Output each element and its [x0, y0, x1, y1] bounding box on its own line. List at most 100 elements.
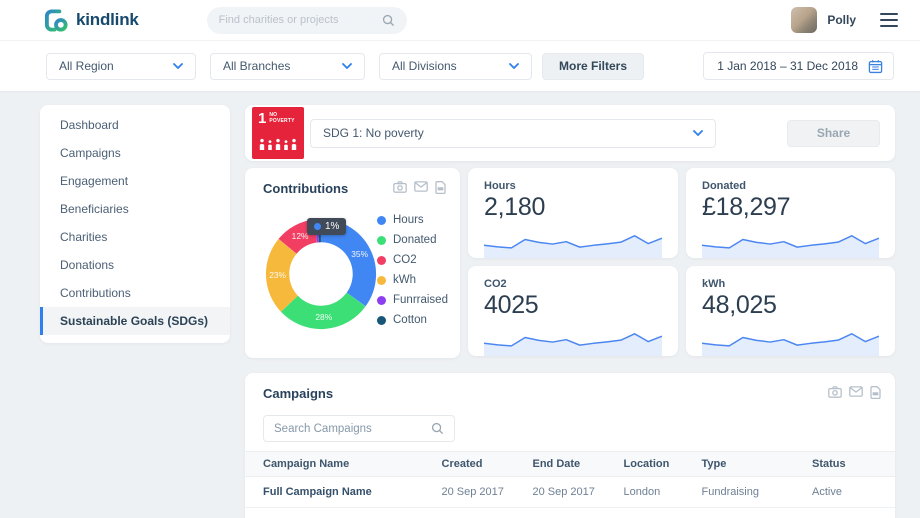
- table-row[interactable]: Full Campaign Name 20 Sep 2017 20 Sep 20…: [245, 477, 895, 508]
- legend-dot: [377, 216, 386, 225]
- main-panel: 1 NO POVERTY SDG 1: No pov: [245, 105, 895, 518]
- sidebar-item-contributions[interactable]: Contributions: [40, 279, 230, 307]
- stat-label: CO2: [484, 278, 662, 290]
- contributions-card: Contributions: [245, 168, 460, 358]
- mail-icon[interactable]: [849, 386, 863, 399]
- global-search: [207, 7, 407, 34]
- stat-value: 4025: [484, 291, 662, 320]
- legend-item-cotton: Cotton: [377, 314, 448, 326]
- calendar-icon: [868, 59, 883, 74]
- divisions-select[interactable]: All Divisions: [379, 53, 532, 80]
- cell-created: 21 Sep 2017: [434, 508, 525, 518]
- campaigns-card: Campaigns: [245, 373, 895, 518]
- sdg-1-badge: 1 NO POVERTY: [252, 107, 304, 159]
- export-file-icon[interactable]: [870, 386, 881, 399]
- legend-label: Cotton: [393, 314, 427, 326]
- stat-label: Donated: [702, 180, 879, 192]
- sdg-badge-title: NO POVERTY: [269, 112, 295, 124]
- date-range-value: 1 Jan 2018 – 31 Dec 2018: [717, 59, 858, 73]
- more-filters-button[interactable]: More Filters: [542, 53, 644, 80]
- column-header-location[interactable]: Location: [616, 452, 694, 477]
- sidebar-item-dashboard[interactable]: Dashboard: [40, 111, 230, 139]
- legend-item-kwh: kWh: [377, 274, 448, 286]
- kindlink-logo-icon: [44, 8, 69, 33]
- legend-item-funrraised: Funrraised: [377, 294, 448, 306]
- sidebar-item-beneficiaries[interactable]: Beneficiaries: [40, 195, 230, 223]
- filter-bar: All Region All Branches All Divisions Mo…: [0, 41, 920, 91]
- tooltip-dot: [314, 223, 321, 230]
- campaigns-title: Campaigns: [263, 386, 333, 401]
- mail-icon[interactable]: [414, 181, 428, 194]
- cell-created: 20 Sep 2017: [434, 477, 525, 508]
- column-header-status[interactable]: Status: [804, 452, 895, 477]
- legend-item-donated: Donated: [377, 234, 448, 246]
- divisions-select-value: All Divisions: [392, 59, 457, 73]
- legend-dot: [377, 256, 386, 265]
- column-header-created[interactable]: Created: [434, 452, 525, 477]
- hours-sparkline-chart: [484, 224, 662, 258]
- stat-value: 48,025: [702, 291, 879, 320]
- sidebar-item-donations[interactable]: Donations: [40, 251, 230, 279]
- table-header-row: Campaign Name Created End Date Location …: [245, 452, 895, 477]
- camera-icon[interactable]: [393, 181, 407, 194]
- cell-type: Volunteering: [694, 508, 805, 518]
- table-row[interactable]: Full Campaign Name 21 Sep 2017 21 Sep 20…: [245, 508, 895, 518]
- user-avatar[interactable]: [791, 7, 817, 33]
- branches-select-value: All Branches: [223, 59, 290, 73]
- stat-card-co2: CO2 4025: [468, 266, 678, 356]
- global-search-input[interactable]: [219, 14, 382, 26]
- cell-end-date: 21 Sep 2017: [525, 508, 616, 518]
- search-icon[interactable]: [431, 422, 444, 435]
- sidebar-item-campaigns[interactable]: Campaigns: [40, 139, 230, 167]
- tooltip-value: 1%: [325, 221, 339, 232]
- stat-value: £18,297: [702, 193, 879, 222]
- legend-label: Donated: [393, 234, 436, 246]
- legend-dot: [377, 296, 386, 305]
- column-header-type[interactable]: Type: [694, 452, 805, 477]
- brand-wordmark: kindlink: [76, 10, 139, 30]
- chevron-down-icon: [342, 63, 352, 69]
- content: Dashboard Campaigns Engagement Beneficia…: [0, 91, 920, 518]
- legend-dot: [377, 316, 386, 325]
- cell-campaign-name: Full Campaign Name: [245, 477, 434, 508]
- date-range-picker[interactable]: 1 Jan 2018 – 31 Dec 2018: [703, 52, 894, 80]
- cell-status: Draft: [804, 508, 895, 518]
- user-name[interactable]: Polly: [827, 13, 856, 27]
- kindlink-logo[interactable]: kindlink: [44, 8, 139, 33]
- camera-icon[interactable]: [828, 386, 842, 399]
- stat-card-kwh: kWh 48,025: [686, 266, 895, 356]
- campaigns-search-input[interactable]: [274, 423, 431, 435]
- legend-dot: [377, 276, 386, 285]
- sdg-select-value: SDG 1: No poverty: [323, 126, 424, 140]
- topbar-right: Polly: [791, 7, 898, 33]
- sidebar-item-charities[interactable]: Charities: [40, 223, 230, 251]
- legend-label: kWh: [393, 274, 416, 286]
- stat-card-hours: Hours 2,180: [468, 168, 678, 258]
- donut-legend: Hours Donated CO2: [377, 214, 448, 330]
- campaigns-search: [263, 415, 455, 442]
- stat-label: kWh: [702, 278, 879, 290]
- share-button[interactable]: Share: [787, 120, 880, 147]
- column-header-campaign-name[interactable]: Campaign Name: [245, 452, 434, 477]
- contributions-donut-chart: 35%28%23%12% 1%: [265, 218, 377, 330]
- legend-label: Hours: [393, 214, 424, 226]
- sdg-select[interactable]: SDG 1: No poverty: [310, 119, 716, 148]
- menu-icon[interactable]: [880, 13, 898, 27]
- stat-label: Hours: [484, 180, 662, 192]
- legend-dot: [377, 236, 386, 245]
- column-header-end-date[interactable]: End Date: [525, 452, 616, 477]
- legend-item-co2: CO2: [377, 254, 448, 266]
- contributions-title: Contributions: [263, 181, 348, 196]
- svg-text:23%: 23%: [269, 270, 286, 280]
- region-select[interactable]: All Region: [46, 53, 196, 80]
- sidebar-item-sustainable-goals[interactable]: Sustainable Goals (SDGs): [40, 307, 230, 335]
- sidebar-nav: Dashboard Campaigns Engagement Beneficia…: [40, 105, 230, 343]
- export-file-icon[interactable]: [435, 181, 446, 194]
- top-header: kindlink Polly: [0, 0, 920, 41]
- search-icon[interactable]: [382, 14, 395, 27]
- sidebar-item-engagement[interactable]: Engagement: [40, 167, 230, 195]
- legend-item-hours: Hours: [377, 214, 448, 226]
- branches-select[interactable]: All Branches: [210, 53, 365, 80]
- co2-sparkline-chart: [484, 322, 662, 356]
- region-select-value: All Region: [59, 59, 114, 73]
